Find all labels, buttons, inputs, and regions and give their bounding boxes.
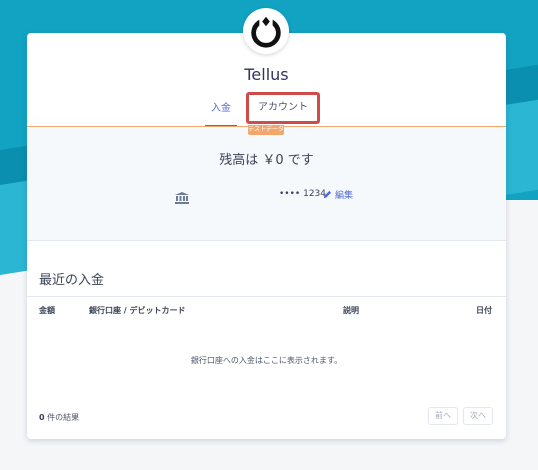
recent-deposits-title: 最近の入金 xyxy=(39,273,105,288)
ring-logo-icon xyxy=(243,8,289,54)
deposits-table-header: 金額 銀行口座 / デビットカード 説明 日付 xyxy=(27,296,506,320)
next-page-button[interactable]: 次へ xyxy=(463,407,493,425)
balance-text: 残高は ￥0 です xyxy=(219,153,314,168)
result-count: 0 件の結果 xyxy=(39,412,79,423)
result-count-suffix: 件の結果 xyxy=(44,413,80,422)
tab-deposit[interactable]: 入金 xyxy=(205,95,237,127)
masked-account-number: •••• 1234 xyxy=(279,189,326,199)
app-title: Tellus xyxy=(244,65,289,84)
pencil-icon xyxy=(323,190,332,199)
edit-label: 編集 xyxy=(335,191,354,201)
column-amount: 金額 xyxy=(39,306,55,315)
tab-bar: 入金 アカウント xyxy=(27,92,506,127)
prev-page-button[interactable]: 前へ xyxy=(428,407,458,425)
balance-panel: 残高は ￥0 です •••• 1234 編集 xyxy=(27,127,506,241)
edit-account-link[interactable]: 編集 xyxy=(323,188,353,201)
bank-icon xyxy=(175,189,189,204)
column-date: 日付 xyxy=(476,306,492,315)
table-footer: 0 件の結果 前へ 次へ xyxy=(27,401,506,439)
test-data-badge: テストデータ xyxy=(248,125,285,135)
empty-deposits-message: 銀行口座への入金はここに表示されます。 xyxy=(190,356,343,365)
column-bank-account: 銀行口座 / デビットカード xyxy=(89,306,186,315)
tab-account[interactable]: アカウント xyxy=(246,92,320,124)
payment-card: Tellus 入金 アカウント テストデータ 残高は ￥0 です •••• 12… xyxy=(27,33,506,439)
column-description: 説明 xyxy=(343,306,359,315)
